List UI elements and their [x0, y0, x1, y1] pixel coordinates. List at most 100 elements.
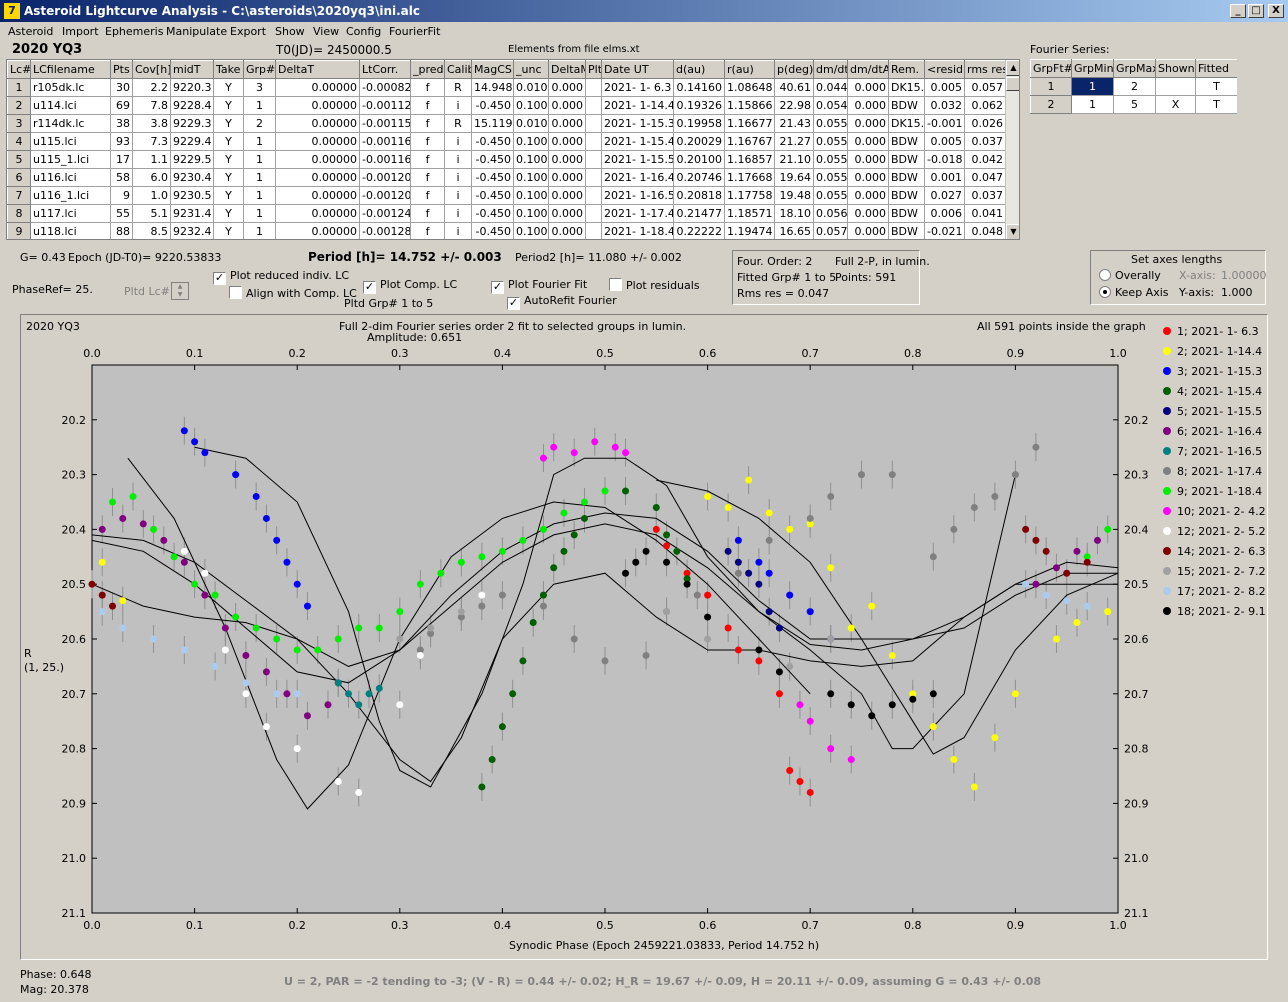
- pltd-lc-spinner[interactable]: ▲ ▼: [171, 282, 189, 300]
- table-cell[interactable]: DK15..: [888, 114, 925, 133]
- column-header[interactable]: Rem.: [888, 60, 925, 79]
- column-header[interactable]: Pts: [110, 60, 133, 79]
- scroll-up-icon[interactable]: ▲: [1006, 60, 1019, 76]
- fourier-cell[interactable]: T: [1195, 77, 1237, 96]
- table-cell[interactable]: 1.17668: [724, 168, 775, 187]
- table-cell[interactable]: [585, 168, 602, 187]
- maximize-button[interactable]: □: [1248, 4, 1264, 18]
- table-cell[interactable]: R: [444, 114, 472, 133]
- table-cell[interactable]: [585, 78, 602, 97]
- table-cell[interactable]: [585, 222, 602, 239]
- table-cell[interactable]: 2021- 1-16.5: [601, 186, 674, 205]
- fourier-row[interactable]: 215XT: [1030, 95, 1237, 114]
- keep-axis-radio[interactable]: Keep Axis: [1099, 286, 1169, 299]
- table-cell[interactable]: f: [410, 168, 445, 187]
- table-cell[interactable]: 21.27: [774, 132, 814, 151]
- table-cell[interactable]: Y: [213, 150, 244, 169]
- column-header[interactable]: dm/dtA: [847, 60, 889, 79]
- table-cell[interactable]: [585, 204, 602, 223]
- table-cell[interactable]: -0.450: [471, 150, 514, 169]
- table-cell[interactable]: -0.018: [924, 150, 965, 169]
- table-row[interactable]: 1 r105dk.lc 30 2.2 9220.3 Y 3 0.00000 -0.00082 f R…: [7, 78, 1006, 97]
- row-header[interactable]: 3: [7, 114, 31, 133]
- table-cell[interactable]: 1: [243, 168, 276, 187]
- table-cell[interactable]: 0.006: [924, 204, 965, 223]
- table-cell[interactable]: Y: [213, 222, 244, 239]
- table-cell[interactable]: i: [444, 96, 472, 115]
- column-header[interactable]: Calib.: [444, 60, 472, 79]
- table-cell[interactable]: 2021- 1-18.4: [601, 222, 674, 239]
- table-cell[interactable]: 9228.4: [170, 96, 214, 115]
- close-button[interactable]: X: [1268, 4, 1284, 18]
- table-cell[interactable]: r114dk.lc: [30, 114, 111, 133]
- menu-show[interactable]: Show: [275, 25, 305, 38]
- column-header[interactable]: Grp#: [243, 60, 276, 79]
- table-cell[interactable]: -0.00116: [359, 132, 411, 151]
- table-cell[interactable]: 9232.4: [170, 222, 214, 239]
- table-cell[interactable]: 0.100: [513, 204, 549, 223]
- table-cell[interactable]: 2021- 1-14.4: [601, 96, 674, 115]
- fourier-column-header[interactable]: Fitted: [1195, 59, 1237, 78]
- table-cell[interactable]: [585, 114, 602, 133]
- menu-view[interactable]: View: [313, 25, 339, 38]
- table-cell[interactable]: 9: [110, 186, 133, 205]
- column-header[interactable]: dm/dt: [813, 60, 848, 79]
- table-cell[interactable]: 0.00000: [275, 96, 360, 115]
- table-cell[interactable]: 0.00000: [275, 186, 360, 205]
- table-cell[interactable]: -0.00128: [359, 222, 411, 239]
- column-header[interactable]: Cov[h]: [132, 60, 171, 79]
- table-cell[interactable]: i: [444, 186, 472, 205]
- column-header[interactable]: r(au): [724, 60, 775, 79]
- row-header[interactable]: 2: [1030, 95, 1072, 114]
- table-cell[interactable]: 2021- 1-16.4: [601, 168, 674, 187]
- table-cell[interactable]: 2021- 1-15.3: [601, 114, 674, 133]
- menu-asteroid[interactable]: Asteroid: [8, 25, 53, 38]
- table-cell[interactable]: 0.005: [924, 78, 965, 97]
- table-cell[interactable]: 0.000: [847, 78, 889, 97]
- scroll-down-icon[interactable]: ▼: [1006, 224, 1019, 239]
- table-cell[interactable]: 0.000: [847, 204, 889, 223]
- table-cell[interactable]: 9220.3: [170, 78, 214, 97]
- row-header[interactable]: 2: [7, 96, 31, 115]
- table-cell[interactable]: 0.000: [548, 222, 586, 239]
- table-cell[interactable]: 0.055: [813, 150, 848, 169]
- table-cell[interactable]: 0.010: [513, 114, 549, 133]
- table-cell[interactable]: 9229.4: [170, 132, 214, 151]
- table-cell[interactable]: DK15..: [888, 78, 925, 97]
- table-cell[interactable]: -0.00116: [359, 150, 411, 169]
- fourier-column-header[interactable]: GrpFt#: [1030, 59, 1072, 78]
- table-cell[interactable]: 0.000: [847, 150, 889, 169]
- fourier-cell[interactable]: X: [1155, 95, 1196, 114]
- fourier-cell[interactable]: 1: [1071, 77, 1114, 96]
- table-cell[interactable]: 0.00000: [275, 132, 360, 151]
- table-cell[interactable]: 0.00000: [275, 204, 360, 223]
- column-header[interactable]: LCfilename: [30, 60, 111, 79]
- table-cell[interactable]: 0.00000: [275, 168, 360, 187]
- table-cell[interactable]: 1.0: [132, 186, 171, 205]
- lc-table-scrollbar[interactable]: ▲ ▼: [1005, 60, 1019, 239]
- table-cell[interactable]: u116_1.lci: [30, 186, 111, 205]
- table-cell[interactable]: u118.lci: [30, 222, 111, 239]
- menu-manipulate[interactable]: Manipulate: [166, 25, 227, 38]
- table-cell[interactable]: 40.61: [774, 78, 814, 97]
- table-cell[interactable]: 0.00000: [275, 114, 360, 133]
- table-cell[interactable]: 0.000: [847, 96, 889, 115]
- row-header[interactable]: 8: [7, 204, 31, 223]
- table-cell[interactable]: 0.100: [513, 132, 549, 151]
- fourier-cell[interactable]: 5: [1113, 95, 1156, 114]
- table-cell[interactable]: 7.3: [132, 132, 171, 151]
- table-cell[interactable]: 0.00000: [275, 78, 360, 97]
- column-header[interactable]: DeltaT: [275, 60, 360, 79]
- lightcurve-plot-panel[interactable]: 2020 YQ3 Full 2-dim Fourier series order…: [20, 314, 1268, 960]
- table-cell[interactable]: Y: [213, 132, 244, 151]
- table-cell[interactable]: 0.055: [813, 186, 848, 205]
- table-cell[interactable]: 16.65: [774, 222, 814, 239]
- table-cell[interactable]: 0.100: [513, 150, 549, 169]
- table-cell[interactable]: BDW: [888, 204, 925, 223]
- table-cell[interactable]: 9229.3: [170, 114, 214, 133]
- table-cell[interactable]: i: [444, 168, 472, 187]
- table-cell[interactable]: R: [444, 78, 472, 97]
- fourier-column-header[interactable]: GrpMin: [1071, 59, 1114, 78]
- column-header[interactable]: p(deg): [774, 60, 814, 79]
- column-header[interactable]: LtCorr.: [359, 60, 411, 79]
